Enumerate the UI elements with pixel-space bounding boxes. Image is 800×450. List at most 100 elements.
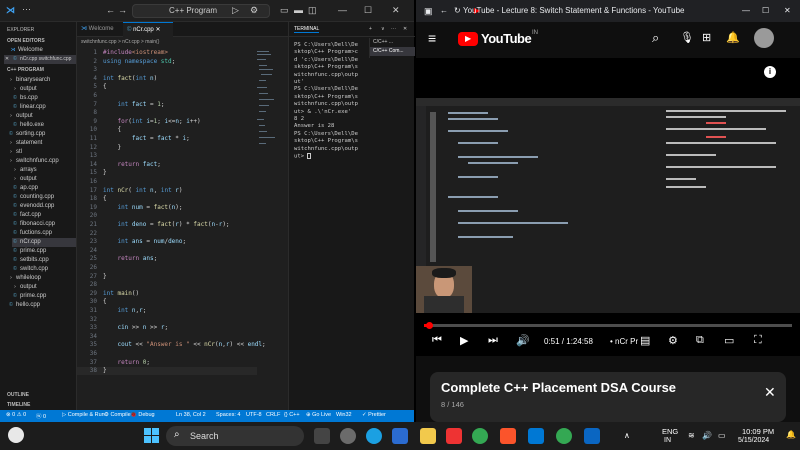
folder-header[interactable]: C++ PROGRAM [7, 67, 44, 73]
close-icon[interactable]: ✕ [784, 6, 791, 15]
language-label[interactable]: ENG [662, 427, 678, 436]
tree-file[interactable]: © setbits.cpp [12, 256, 49, 265]
code-line[interactable]: 32 [77, 316, 103, 324]
tree-file[interactable]: © counting.cpp [12, 193, 54, 202]
code-line[interactable]: 37 return 0; [77, 359, 150, 367]
status-item[interactable]: Ln 38, Col 2 [176, 412, 206, 418]
chrome-icon[interactable] [472, 428, 488, 444]
tree-file[interactable]: © fuctions.cpp [12, 229, 52, 238]
subtitles-icon[interactable]: ▤ [640, 334, 650, 347]
tree-file[interactable]: © prime.cpp [12, 247, 46, 256]
menu-icon[interactable]: ··· [22, 4, 31, 14]
terminal-session-2[interactable]: C/C++ Com... [370, 47, 415, 56]
minimap[interactable] [255, 47, 277, 167]
settings-icon[interactable]: ⚙ [668, 334, 678, 347]
code-line[interactable]: 29 int main() [77, 290, 139, 298]
edge-icon[interactable] [366, 428, 382, 444]
split-icon[interactable]: ◫ [308, 5, 317, 16]
code-line[interactable]: 13 [77, 152, 103, 160]
progress-scrubber[interactable] [426, 322, 433, 329]
task-view-icon[interactable] [314, 428, 330, 444]
notifications-icon[interactable]: 🔔 [786, 430, 796, 439]
code-line[interactable]: 1 #include<iostream> [77, 49, 168, 57]
code-line[interactable]: 28 [77, 281, 103, 289]
volume-icon[interactable]: 🔊 [516, 334, 530, 347]
tree-file[interactable]: © ap.cpp [12, 184, 38, 193]
code-line[interactable]: 7 int fact = 1; [77, 101, 164, 109]
tray-chevron-icon[interactable]: ∧ [624, 431, 630, 440]
code-line[interactable]: 22 [77, 230, 103, 238]
layout-icon[interactable]: ▭ [280, 5, 289, 16]
code-line[interactable]: 15} [77, 169, 107, 177]
tree-file[interactable]: © fibonacci.cpp [12, 220, 55, 229]
clock-time[interactable]: 10:09 PM [742, 427, 774, 436]
refresh-icon[interactable]: ↻ [454, 6, 461, 15]
clock-date[interactable]: 5/15/2024 [738, 437, 769, 444]
miniplayer-icon[interactable]: ⧉ [696, 334, 704, 347]
status-item[interactable]: 🐞 Debug [130, 412, 155, 418]
tree-file[interactable]: © nCr.cpp [12, 238, 76, 247]
weather-icon[interactable] [8, 427, 24, 443]
code-line[interactable]: 6 [77, 92, 103, 100]
tree-file[interactable]: © fact.cpp [12, 211, 41, 220]
close-panel-icon[interactable]: ✕ [403, 26, 407, 32]
maximize-icon[interactable]: ☐ [364, 5, 372, 16]
playlist-title[interactable]: Complete C++ Placement DSA Course [441, 380, 676, 395]
tree-folder[interactable]: › output [8, 112, 33, 121]
add-terminal-icon[interactable]: + [369, 26, 372, 32]
next-icon[interactable]: ⏭ [488, 334, 498, 347]
code-line[interactable]: 20 [77, 212, 103, 220]
code-line[interactable]: 19 int num = fact(n); [77, 204, 183, 212]
status-item[interactable]: CRLF [266, 412, 280, 418]
code-line[interactable]: 33 cin >> n >> r; [77, 324, 168, 332]
status-item[interactable]: {} C++ [284, 412, 300, 418]
status-item[interactable]: ⓦ 0 [36, 412, 46, 420]
code-line[interactable]: 16 [77, 178, 103, 186]
back-icon[interactable]: ← [106, 5, 115, 15]
fullscreen-icon[interactable]: ⛶ [754, 334, 762, 347]
tree-file[interactable]: © sorting.cpp [8, 130, 45, 139]
youtube-logo-text[interactable]: YouTube [481, 31, 532, 46]
code-line[interactable]: 11 fact = fact * i; [77, 135, 190, 143]
code-line[interactable]: 4 int fact(int n) [77, 75, 157, 83]
code-line[interactable]: 38} [77, 367, 257, 376]
maximize-icon[interactable]: ☐ [762, 6, 769, 15]
tree-file[interactable]: © evenodd.cpp [12, 202, 54, 211]
chapter-label[interactable]: • nCr Pr [610, 337, 638, 346]
code-line[interactable]: 30 { [77, 298, 107, 306]
code-line[interactable]: 12 } [77, 144, 121, 152]
bell-icon[interactable]: 🔔 [726, 31, 740, 44]
settings-icon[interactable] [340, 428, 356, 444]
tree-folder[interactable]: › whileloop [8, 274, 41, 283]
status-item[interactable]: ⊗ 0 ⚠ 0 [6, 412, 26, 418]
previous-icon[interactable]: ⏮ [432, 334, 442, 347]
tree-folder[interactable]: › arrays [12, 166, 37, 175]
terminal-panel[interactable]: TERMINAL + ∨ ··· ✕ PS C:\Users\Dell\De sk… [288, 22, 415, 410]
battery-icon[interactable]: ▭ [718, 431, 726, 440]
more-icon[interactable]: ··· [391, 26, 396, 32]
tree-file[interactable]: © bs.cpp [12, 94, 38, 103]
code-line[interactable]: 18 { [77, 195, 107, 203]
playlist-panel[interactable]: Complete C++ Placement DSA Course 8 / 14… [430, 372, 786, 422]
terminal-menu-icon[interactable]: ∨ [381, 26, 385, 32]
tree-folder[interactable]: › switchnfunc.cpp [8, 157, 59, 166]
code-line[interactable]: 10 { [77, 126, 121, 134]
code-line[interactable]: 25 return ans; [77, 255, 157, 263]
taskbar-search[interactable]: ⌕ Search [166, 426, 304, 446]
minimize-icon[interactable]: — [742, 6, 750, 15]
tree-file[interactable]: © hello.cpp [8, 301, 40, 310]
tree-file[interactable]: © hello.exe [12, 121, 44, 130]
terminal-session-1[interactable]: C/C++ ... [370, 38, 415, 47]
code-line[interactable]: 9 for(int i=1; i<=n; i++) [77, 118, 200, 126]
tree-folder[interactable]: › output [12, 283, 37, 292]
region-label[interactable]: IN [664, 437, 671, 444]
code-line[interactable]: 35 cout << "Answer is " << nCr(n,r) << e… [77, 341, 266, 349]
tab-ncr[interactable]: © nCr.cpp ✕ [123, 22, 173, 37]
status-item[interactable]: Spaces: 4 [216, 412, 240, 418]
chrome-profile-icon[interactable] [556, 428, 572, 444]
play-icon[interactable]: ▶ [460, 334, 468, 347]
status-item[interactable]: ✓ Prettier [362, 412, 386, 418]
tree-folder[interactable]: › output [12, 175, 37, 184]
tree-file[interactable]: © linear.cpp [12, 103, 46, 112]
mic-icon[interactable]: 🎙 [680, 31, 694, 44]
